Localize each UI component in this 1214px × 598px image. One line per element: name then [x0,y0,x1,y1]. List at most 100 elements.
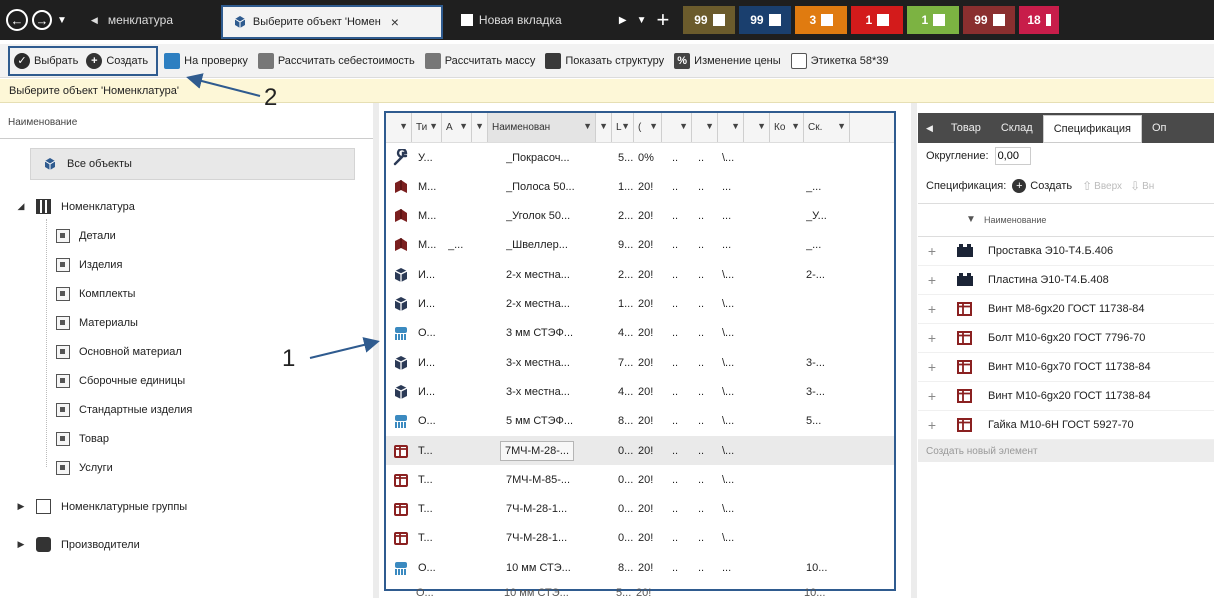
forward-icon[interactable]: → [32,10,52,30]
grid-column-header[interactable]: (▼ [634,113,662,142]
spec-row[interactable]: + Болт М10-6gх20 ГОСТ 7796-70 [918,324,1214,353]
price-change-button[interactable]: % Изменение цены [674,52,781,69]
badge-chart-icon[interactable]: 99 [963,6,1016,34]
filter-icon[interactable]: ▼ [791,121,800,131]
grid-column-header[interactable]: ▼ [718,113,744,142]
tree-item-child[interactable]: Сборочные единицы [56,374,185,388]
filter-icon[interactable]: ▼ [649,121,658,131]
tabs-scroll-left-icon[interactable]: ◀ [918,113,941,143]
spec-row[interactable]: + Винт М10-6gх70 ГОСТ 11738-84 [918,353,1214,382]
tree-item-child[interactable]: Основной материал [56,345,182,359]
expand-plus-icon[interactable]: + [918,388,946,404]
badge-grid-icon[interactable]: 99 [683,6,736,34]
tree-item-child[interactable]: Услуги [56,461,113,475]
filter-icon[interactable]: ▼ [679,121,688,131]
tree-item-all-objects[interactable]: Все объекты [30,148,355,180]
tab-new[interactable]: Новая вкладка [451,3,611,37]
spec-create-button[interactable]: Создать [1030,180,1072,192]
badge-send-icon[interactable]: 1 [907,6,960,34]
grid-row[interactable]: И... 3-х местна... 4... 20!.... \... 3-... [386,377,894,406]
expand-plus-icon[interactable]: + [918,417,946,433]
expand-plus-icon[interactable]: + [918,301,946,317]
filter-icon[interactable]: ▼ [731,121,740,131]
tab-scroll-left-icon[interactable]: ◀ [91,15,98,26]
spec-up-button[interactable]: Вверх [1094,181,1122,192]
grid-column-header[interactable]: ▼ [386,113,412,142]
grid-row[interactable]: М... _... _Швеллер... 9... 20!....... _... [386,231,894,260]
details-tab[interactable]: Товар [941,113,991,143]
expand-icon[interactable]: ▶ [14,539,28,550]
filter-icon[interactable]: ▼ [757,121,766,131]
grid-row[interactable]: О... 3 мм СТЭФ... 4... 20!.... \... [386,319,894,348]
badge-alert-icon[interactable]: 1 [851,6,904,34]
spec-row[interactable]: + Винт М8-6gх20 ГОСТ 11738-84 [918,295,1214,324]
show-structure-button[interactable]: Показать структуру [545,52,664,69]
spec-row[interactable]: + Гайка М10-6Н ГОСТ 5927-70 [918,411,1214,440]
new-element-row[interactable]: Создать новый элемент [918,440,1214,462]
grid-column-header[interactable]: ▼ [596,113,612,142]
tab-select-object[interactable]: Выберите объект 'Номен × [220,5,443,39]
filter-icon[interactable]: ▼ [399,121,408,131]
tree-item-producers[interactable]: ▶ Производители [14,537,140,552]
expand-icon[interactable]: ▶ [14,501,28,512]
tree-item-child[interactable]: Товар [56,432,109,446]
create-button[interactable]: + Создать [86,52,148,69]
right-splitter[interactable] [911,103,917,598]
grid-column-header[interactable]: L ▼ [612,113,634,142]
grid-column-header[interactable]: Ти ▼ [412,113,442,142]
grid-row[interactable]: Т... 7Ч-М-28-1... 0... 20!.... \... [386,495,894,524]
grid-row[interactable]: М... _Полоса 50... 1... 20!....... _... [386,172,894,201]
filter-icon[interactable]: ▼ [475,121,484,131]
grid-column-header[interactable]: Ко ▼ [770,113,804,142]
grid-row[interactable]: М... _Уголок 50... 2... 20!....... _У... [386,202,894,231]
tree-item-child[interactable]: Изделия [56,258,122,272]
spec-down-button[interactable]: Вн [1142,181,1154,192]
left-splitter[interactable] [373,103,379,598]
grid-column-header[interactable]: ▼ [472,113,488,142]
filter-icon[interactable]: ▼ [621,121,630,131]
badge-gear-icon[interactable]: 3 [795,6,848,34]
grid-row[interactable]: И... 2-х местна... 1... 20!.... \... [386,290,894,319]
filter-icon[interactable]: ▼ [459,121,468,131]
label-button[interactable]: Этикетка 58*39 [790,52,888,69]
filter-icon[interactable]: ▼ [599,121,608,131]
tab-list-icon[interactable]: ▼ [637,15,647,26]
spec-row[interactable]: + Винт М10-6gх20 ГОСТ 11738-84 [918,382,1214,411]
tab-close-icon[interactable]: × [391,14,399,30]
calc-cost-button[interactable]: Рассчитать себестоимость [257,52,415,69]
filter-icon[interactable]: ▼ [966,214,976,225]
tab-scroll-right-icon[interactable]: ▶ [619,15,627,26]
new-tab-button[interactable]: + [657,7,670,33]
history-dropdown-icon[interactable]: ▼ [57,15,67,26]
details-tab[interactable]: Склад [991,113,1043,143]
grid-row[interactable]: О... 10 мм СТЭ... 8... 20!....... 10... [386,553,894,582]
filter-icon[interactable]: ▼ [583,121,592,131]
grid-row[interactable]: И... 3-х местна... 7... 20!.... \... 3-... [386,348,894,377]
details-tab[interactable]: Спецификация [1042,115,1142,143]
rounding-input[interactable] [994,147,1031,165]
badge-sun-icon[interactable]: 99 [739,6,792,34]
badge-bell-icon[interactable]: 18 [1019,6,1060,34]
tree-item-child[interactable]: Детали [56,229,116,243]
grid-row[interactable]: У... _Покрасоч... 5... 0%.... \... [386,143,894,172]
filter-icon[interactable]: ▼ [705,121,714,131]
tree-item-child[interactable]: Материалы [56,316,138,330]
grid-row[interactable]: Т... 7МЧ-М-28-... 0... 20!.... \... [386,436,894,465]
grid-row[interactable]: О... 5 мм СТЭФ... 8... 20!.... \... 5... [386,407,894,436]
grid-row[interactable]: Т... 7МЧ-М-85-... 0... 20!.... \... [386,465,894,494]
tab-nomenclature-prev[interactable]: ◀ менклатура [81,3,215,37]
filter-icon[interactable]: ▼ [837,121,846,131]
grid-column-header[interactable]: ▼ [744,113,770,142]
back-icon[interactable]: ← [6,9,28,31]
tree-item-child[interactable]: Комплекты [56,287,135,301]
collapse-icon[interactable]: ◢ [14,201,28,212]
grid-row[interactable]: Т... 7Ч-М-28-1... 0... 20!.... \... [386,524,894,553]
review-button[interactable]: На проверку [164,52,248,69]
spec-row[interactable]: + Проставка Э10-Т4.Б.406 [918,237,1214,266]
grid-column-header[interactable]: Ск. ▼ [804,113,850,142]
filter-icon[interactable]: ▼ [429,121,438,131]
expand-plus-icon[interactable]: + [918,359,946,375]
grid-column-header[interactable]: ▼ [662,113,692,142]
expand-plus-icon[interactable]: + [918,330,946,346]
tree-item-nomenclature[interactable]: ◢ Номенклатура [14,199,135,214]
